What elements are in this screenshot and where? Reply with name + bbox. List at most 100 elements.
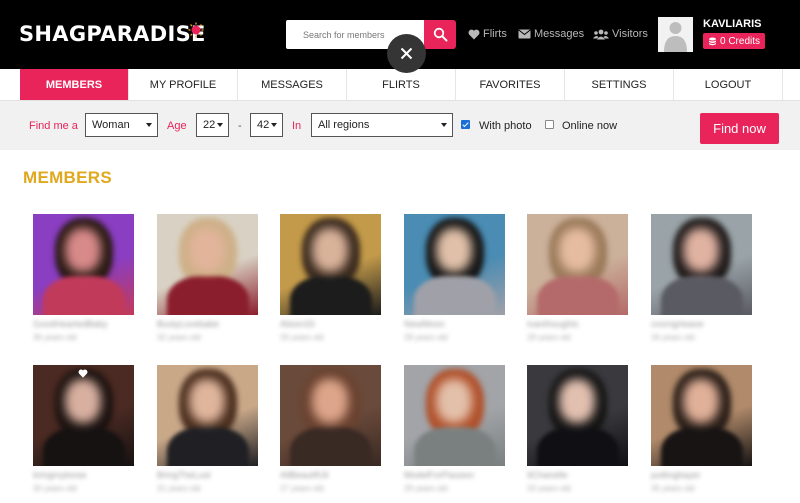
- member-age: 29 years old: [527, 333, 571, 342]
- member-age: 27 years old: [280, 484, 324, 493]
- member-name[interactable]: NewMoon: [404, 319, 505, 329]
- region-value: All regions: [318, 119, 370, 131]
- flirts-label: Flirts: [483, 28, 507, 40]
- header-messages-link[interactable]: Messages: [518, 25, 584, 43]
- default-avatar-icon: [658, 17, 693, 52]
- member-name[interactable]: Ivanthoughts: [527, 319, 628, 329]
- heart-icon: [468, 29, 480, 39]
- heart-icon[interactable]: [78, 369, 88, 378]
- tab-logout[interactable]: LOGOUT: [674, 69, 783, 100]
- member-name[interactable]: BustyLovebabe: [157, 319, 258, 329]
- age-max-select[interactable]: 42: [250, 113, 283, 137]
- header-flirts-link[interactable]: Flirts: [468, 25, 507, 43]
- member-card[interactable]: NewMoon 28 years old: [404, 214, 505, 342]
- member-photo[interactable]: [404, 214, 505, 315]
- tab-members[interactable]: MEMBERS: [20, 69, 129, 100]
- online-now-checkbox[interactable]: [545, 120, 554, 129]
- user-avatar[interactable]: [658, 17, 693, 52]
- member-name[interactable]: puttingbayer: [651, 470, 752, 480]
- member-photo[interactable]: [404, 365, 505, 466]
- member-card[interactable]: Alison33 33 years old: [280, 214, 381, 342]
- member-photo[interactable]: [157, 214, 258, 315]
- member-photo[interactable]: [157, 365, 258, 466]
- online-now-label[interactable]: Online now: [562, 120, 617, 132]
- member-name[interactable]: Alison33: [280, 319, 381, 329]
- close-overlay-button[interactable]: [387, 34, 426, 73]
- sun-icon: [188, 22, 204, 38]
- search-button[interactable]: [424, 20, 456, 49]
- member-age: 31 years old: [157, 484, 201, 493]
- tab-settings[interactable]: SETTINGS: [565, 69, 674, 100]
- gender-select[interactable]: Woman: [85, 113, 158, 137]
- member-name[interactable]: bringmyloose: [33, 470, 134, 480]
- member-card[interactable]: ItChanelle 33 years old: [527, 365, 628, 493]
- region-select[interactable]: All regions: [311, 113, 453, 137]
- header-visitors-link[interactable]: Visitors: [593, 25, 648, 43]
- age-min-value: 22: [203, 119, 216, 131]
- chevron-down-icon: [441, 123, 447, 127]
- member-photo[interactable]: [527, 365, 628, 466]
- with-photo-label[interactable]: With photo: [479, 120, 532, 132]
- member-card[interactable]: BringTheLust 31 years old: [157, 365, 258, 493]
- chevron-down-icon: [217, 123, 223, 127]
- credits-badge[interactable]: 0 Credits: [703, 33, 766, 49]
- member-name[interactable]: AllBeautifUli: [280, 470, 381, 480]
- member-card[interactable]: AllBeautifUli 27 years old: [280, 365, 381, 493]
- member-card[interactable]: puttingbayer 35 years old: [651, 365, 752, 493]
- main-tabs: MEMBERS MY PROFILE MESSAGES FLIRTS FAVOR…: [0, 69, 800, 101]
- member-age: 28 years old: [404, 333, 448, 342]
- members-heading: MEMBERS: [23, 168, 112, 187]
- search-icon: [433, 27, 447, 42]
- member-card[interactable]: bringmyloose 30 years old: [33, 365, 134, 493]
- member-card[interactable]: cosmgrlwave 34 years old: [651, 214, 752, 342]
- member-name[interactable]: BringTheLust: [157, 470, 258, 480]
- member-age: 29 years old: [404, 484, 448, 493]
- tab-favorites[interactable]: FAVORITES: [456, 69, 565, 100]
- member-card[interactable]: GoodHeartedBaby 36 years old: [33, 214, 134, 342]
- with-photo-checkbox[interactable]: [461, 120, 470, 129]
- username[interactable]: KAVLIARIS: [703, 18, 761, 30]
- member-photo[interactable]: [280, 214, 381, 315]
- tab-my-profile[interactable]: MY PROFILE: [129, 69, 238, 100]
- member-age: 30 years old: [33, 484, 77, 493]
- tab-messages[interactable]: MESSAGES: [238, 69, 347, 100]
- in-label: In: [292, 120, 302, 132]
- member-card[interactable]: Ivanthoughts 29 years old: [527, 214, 628, 342]
- member-name[interactable]: ModelForPassion: [404, 470, 505, 480]
- chevron-down-icon: [146, 123, 152, 127]
- member-photo[interactable]: [280, 365, 381, 466]
- member-photo[interactable]: [33, 214, 134, 315]
- member-photo[interactable]: [33, 365, 134, 466]
- age-range-dash: -: [238, 120, 242, 132]
- chevron-down-icon: [271, 123, 277, 127]
- close-icon: [400, 47, 413, 60]
- member-photo[interactable]: [527, 214, 628, 315]
- member-photo[interactable]: [651, 365, 752, 466]
- member-age: 35 years old: [651, 484, 695, 493]
- member-photo[interactable]: [651, 214, 752, 315]
- gender-value: Woman: [92, 119, 130, 131]
- member-age: 33 years old: [280, 333, 324, 342]
- member-age: 33 years old: [527, 484, 571, 493]
- coins-icon: [709, 37, 716, 45]
- member-card[interactable]: BustyLovebabe 32 years old: [157, 214, 258, 342]
- visitors-label: Visitors: [612, 28, 648, 40]
- age-label: Age: [167, 120, 187, 132]
- tab-flirts[interactable]: FLIRTS: [347, 69, 456, 100]
- find-me-label: Find me a: [29, 120, 78, 132]
- member-age: 32 years old: [157, 333, 201, 342]
- age-max-value: 42: [257, 119, 270, 131]
- find-now-button[interactable]: Find now: [700, 113, 779, 144]
- member-name[interactable]: ItChanelle: [527, 470, 628, 480]
- search-filter-bar: Find me a Woman Age 22 - 42 In All regio…: [0, 101, 800, 150]
- users-icon: [593, 29, 609, 39]
- credits-label: 0 Credits: [720, 35, 761, 47]
- member-name[interactable]: cosmgrlwave: [651, 319, 752, 329]
- age-min-select[interactable]: 22: [196, 113, 229, 137]
- member-age: 34 years old: [651, 333, 695, 342]
- messages-label: Messages: [534, 28, 585, 40]
- member-card[interactable]: ModelForPassion 29 years old: [404, 365, 505, 493]
- member-name[interactable]: GoodHeartedBaby: [33, 319, 134, 329]
- site-logo[interactable]: SHAGPARADISE: [19, 22, 206, 46]
- envelope-icon: [518, 29, 531, 39]
